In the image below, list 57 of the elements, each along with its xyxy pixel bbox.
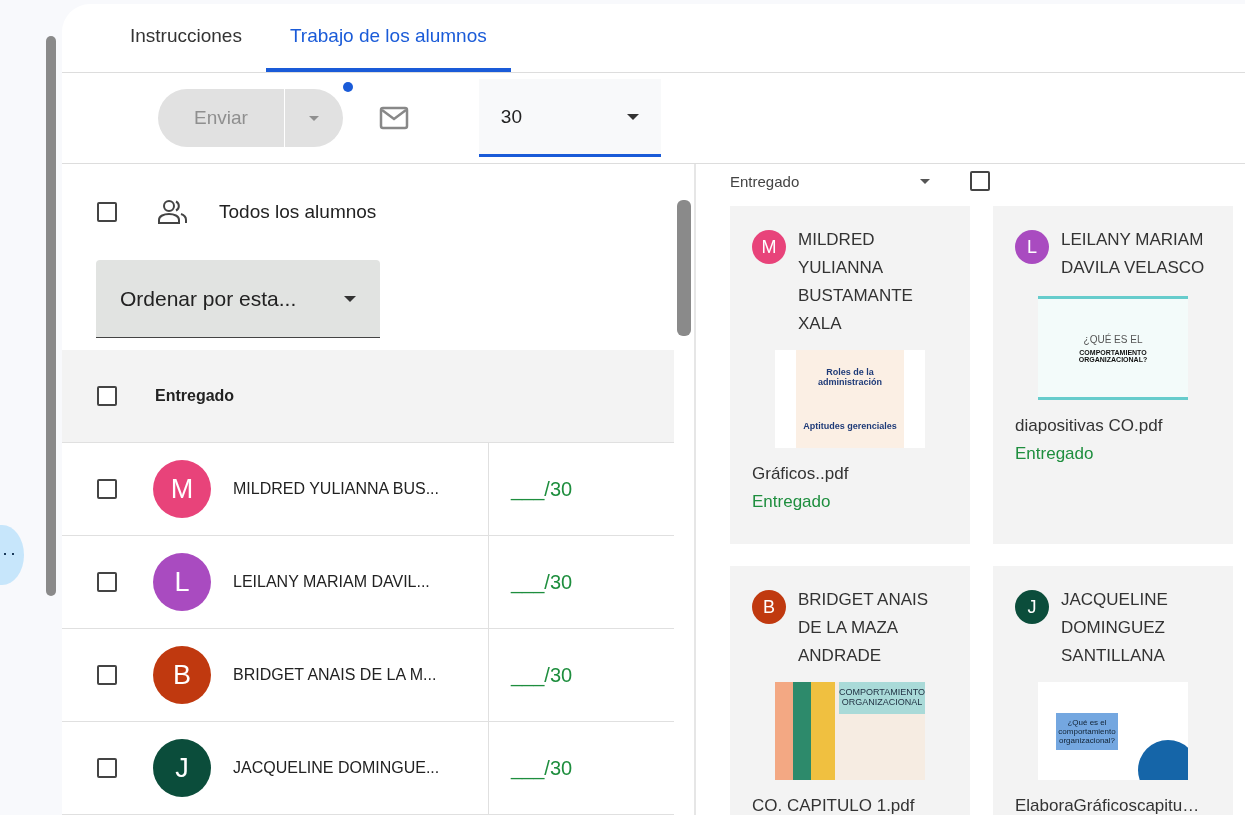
avatar: B [752, 590, 786, 624]
avatar: J [1015, 590, 1049, 624]
grade-field[interactable]: ___/30 [511, 663, 573, 687]
thumbnail-title: COMPORTAMIENTO ORGANIZACIONAL [839, 682, 925, 714]
student-name: MILDRED YULIANNA BUSTAMANTE XALA [798, 229, 914, 335]
caret-icon[interactable] [626, 113, 639, 120]
student-name[interactable]: BRIDGET ANAIS DE LA M... [233, 666, 437, 684]
file-thumbnail[interactable]: Roles de la administración Aptitudes gerenciales [775, 350, 925, 448]
file-thumbnail[interactable]: COMPORTAMIENTO ORGANIZACIONAL [775, 682, 925, 780]
sort-dropdown[interactable]: Ordenar por esta... [96, 260, 380, 338]
file-name[interactable]: diapositivas CO.pdf [1015, 416, 1211, 436]
file-name[interactable]: CO. CAPITULO 1.pdf [752, 796, 948, 815]
thumbnail-title: ¿Qué es el comportamiento organizacional? [1056, 712, 1118, 750]
submission-card[interactable]: B BRIDGET ANAIS DE LA MAZA ANDRADE COMPORTAMIENTO ORGANIZACIONAL CO. CAPITULO 1.pdf [730, 566, 970, 815]
avatar: M [752, 230, 786, 264]
status-label: Entregado [1015, 444, 1095, 464]
student-name: JACQUELINE DOMINGUEZ SANTILLANA [1061, 589, 1169, 667]
grade-field[interactable]: ___/30 [511, 570, 573, 594]
mail-icon[interactable] [378, 106, 409, 130]
student-name: LEILANY MARIAM DAVILA VELASCO [1061, 229, 1206, 279]
avatar: B [153, 646, 211, 704]
checkbox[interactable] [97, 572, 117, 592]
avatar: L [153, 553, 211, 611]
checkbox[interactable] [97, 665, 117, 685]
file-thumbnail[interactable]: ¿Qué es el comportamiento organizacional? [1038, 682, 1188, 780]
thumbnail-title: ¿QUÉ ES EL [1083, 333, 1143, 345]
tab[interactable]: Instrucciones [106, 4, 266, 72]
thumbnail-heading: Aptitudes gerenciales [803, 421, 897, 431]
tab[interactable]: Trabajo de los alumnos [265, 4, 511, 72]
all-students-label: Todos los alumnos [219, 201, 377, 223]
avatar: M [153, 460, 211, 518]
grade-field[interactable]: ___/30 [511, 477, 573, 501]
grade-field[interactable]: ___/30 [511, 756, 573, 780]
student-name[interactable]: JACQUELINE DOMINGUE... [233, 759, 440, 777]
checkbox[interactable] [970, 171, 990, 191]
avatar: J [153, 739, 211, 797]
caret-icon[interactable] [344, 295, 356, 302]
notification-dot-icon [342, 82, 353, 92]
caret-icon[interactable] [920, 178, 930, 184]
checkbox[interactable] [97, 386, 117, 406]
checkbox[interactable] [97, 758, 117, 778]
thumbnail-heading: Roles de la administración [817, 367, 883, 387]
file-name[interactable]: Gráficos..pdf [752, 464, 948, 484]
checkbox[interactable] [97, 202, 117, 222]
points-dropdown[interactable]: 30 [478, 79, 661, 157]
submission-card[interactable]: J JACQUELINE DOMINGUEZ SANTILLANA ¿Qué es el comportamiento organizacional? ElaboraGráficoscapitu… [993, 566, 1233, 815]
file-name[interactable]: ElaboraGráficoscapitu… [1015, 796, 1211, 815]
status-label: Entregado [752, 492, 832, 512]
student-name[interactable]: LEILANY MARIAM DAVIL... [233, 573, 430, 591]
group-label: Entregado [155, 387, 235, 405]
student-name: BRIDGET ANAIS DE LA MAZA ANDRADE [798, 589, 930, 667]
avatar: L [1015, 230, 1049, 264]
checkbox[interactable] [97, 479, 117, 499]
people-icon [157, 199, 189, 225]
status-filter-dropdown[interactable]: Entregado [730, 172, 930, 190]
submission-card[interactable]: M MILDRED YULIANNA BUSTAMANTE XALA Roles de la administración Aptitudes gerenciales Gráficos..pdf Entregado [730, 206, 970, 544]
student-name[interactable]: MILDRED YULIANNA BUS... [233, 480, 439, 498]
